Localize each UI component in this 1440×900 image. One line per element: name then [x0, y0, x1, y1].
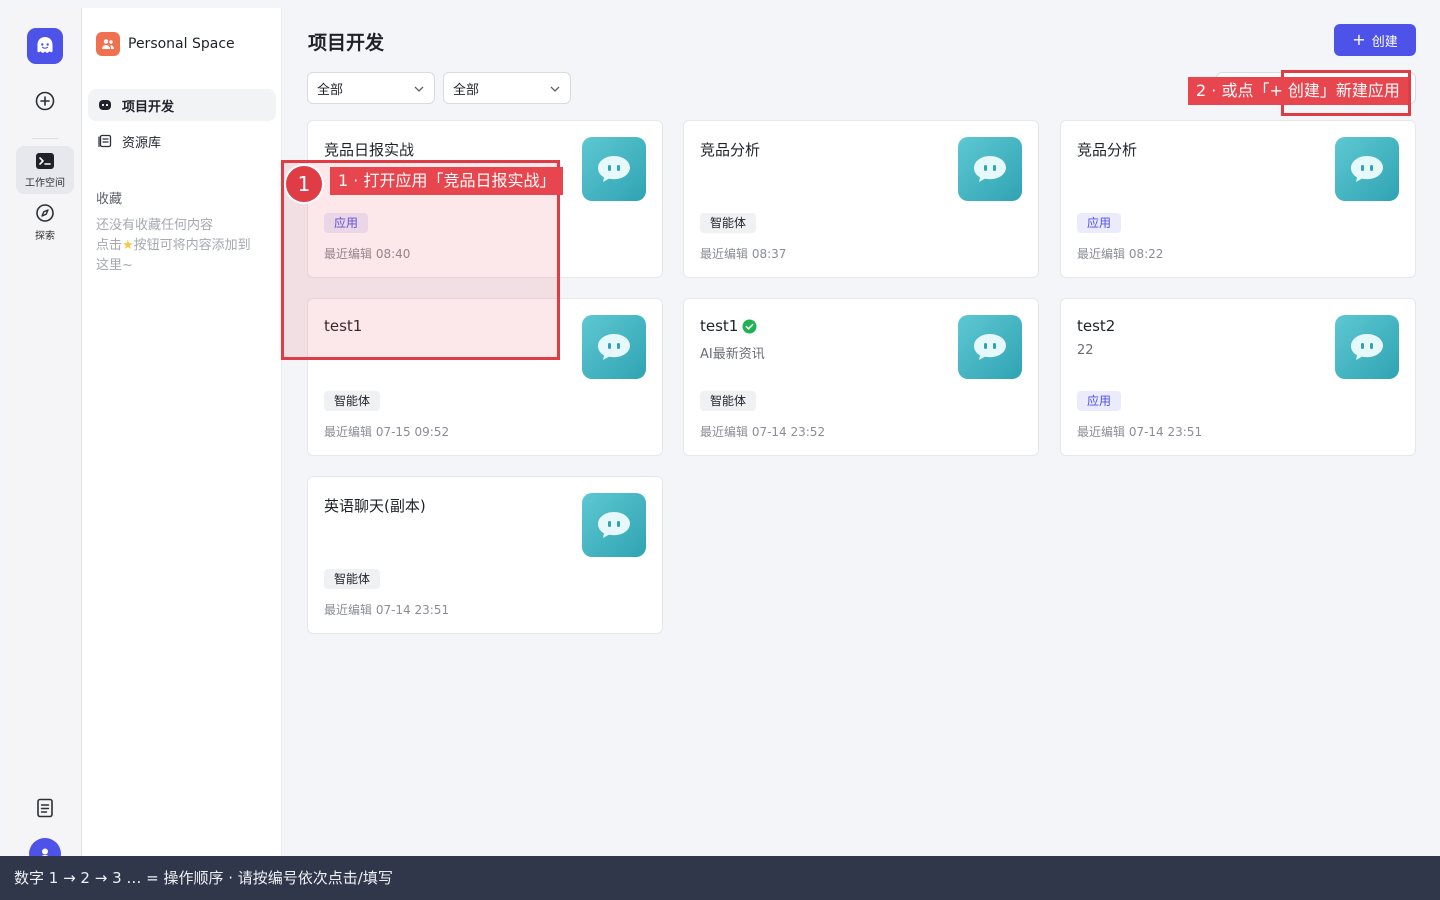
favorites-empty-line1: 还没有收藏任何内容: [96, 218, 214, 233]
space-switcher[interactable]: Personal Space: [96, 32, 235, 56]
sidebar-item-projects[interactable]: 项目开发: [88, 89, 276, 121]
project-edit-time: 最近编辑 07-15 09:52: [324, 425, 450, 439]
chat-bubble-icon: [598, 512, 630, 538]
step2-label: 2 · 或点「+ 创建」新建应用: [1188, 77, 1408, 105]
logo-icon: [37, 37, 53, 53]
library-icon: [98, 134, 112, 148]
project-edit-time: 最近编辑 07-14 23:51: [324, 603, 450, 617]
sidebar: Personal Space 项目开发 资源库 收藏 还没有收藏任何内容 点击★…: [82, 8, 282, 868]
project-desc: 22: [1077, 343, 1094, 358]
favorites-empty-line2: 点击★按钮可将内容添加到: [96, 238, 251, 253]
project-card[interactable]: test2 22 应用 最近编辑 07-14 23:51: [1060, 298, 1416, 456]
rail-label-explore: 探索: [35, 231, 55, 242]
project-avatar: [958, 137, 1022, 201]
compass-icon: [36, 204, 54, 222]
chevron-down-icon: [550, 81, 560, 96]
project-desc: AI最新资讯: [700, 347, 765, 362]
project-type-badge: 应用: [1077, 391, 1122, 411]
project-avatar: [1335, 315, 1399, 379]
main-content: 项目开发 + 创建 全部 全部 竞品日报实战 应用 最近编辑 08:40 竞品分…: [283, 0, 1440, 856]
instruction-bar: 数字 1 → 2 → 3 … = 操作顺序 · 请按编号依次点击/填写: [0, 856, 1440, 900]
project-card[interactable]: 英语聊天(副本) 智能体 最近编辑 07-14 23:51: [307, 476, 663, 634]
project-card[interactable]: 竞品分析 应用 最近编辑 08:22: [1060, 120, 1416, 278]
chat-bubble-icon: [1351, 334, 1383, 360]
project-avatar: [582, 315, 646, 379]
add-button[interactable]: [24, 90, 66, 112]
plus-icon: +: [1352, 30, 1366, 49]
sidebar-item-label: 项目开发: [122, 99, 175, 115]
project-type-badge: 智能体: [700, 391, 757, 411]
page-title: 项目开发: [308, 32, 385, 54]
create-button-label: 创建: [1371, 34, 1398, 50]
project-avatar: [582, 137, 646, 201]
project-name: test1: [700, 317, 757, 335]
project-avatar: [1335, 137, 1399, 201]
type-filter-select[interactable]: 全部: [307, 72, 435, 104]
rail-divider: [32, 138, 58, 139]
step1-label: 1 · 打开应用「竞品日报实战」: [330, 167, 564, 195]
chevron-down-icon: [414, 81, 424, 96]
project-avatar: [582, 493, 646, 557]
docs-button[interactable]: [24, 798, 66, 818]
team-icon: [96, 32, 120, 56]
project-type-badge: 智能体: [324, 569, 381, 589]
sidebar-item-label: 资源库: [122, 135, 162, 151]
favorites-empty-text: 还没有收藏任何内容 点击★按钮可将内容添加到 这里~: [96, 216, 274, 276]
left-rail: 工作空间 探索: [8, 8, 82, 870]
plus-circle-icon: [35, 91, 55, 111]
verified-icon: [742, 319, 757, 333]
project-name: 竞品日报实战: [324, 141, 415, 159]
project-name: 竞品分析: [1077, 141, 1138, 159]
owner-filter-value: 全部: [453, 82, 480, 98]
type-filter-value: 全部: [317, 82, 344, 98]
project-type-badge: 应用: [1077, 213, 1122, 233]
sidebar-item-library[interactable]: 资源库: [88, 125, 276, 157]
chat-bubble-icon: [598, 156, 630, 182]
star-icon: ★: [122, 238, 134, 253]
project-name: 英语聊天(副本): [324, 497, 426, 515]
space-name: Personal Space: [128, 36, 235, 52]
step1-number-badge: 1: [284, 164, 324, 204]
project-name: test2: [1077, 317, 1116, 335]
project-edit-time: 最近编辑 07-14 23:52: [700, 425, 826, 439]
rail-label-workspace: 工作空间: [25, 178, 65, 189]
project-edit-time: 最近编辑 07-14 23:51: [1077, 425, 1203, 439]
app-logo[interactable]: [27, 28, 63, 64]
create-button[interactable]: + 创建: [1334, 24, 1416, 56]
owner-filter-select[interactable]: 全部: [443, 72, 571, 104]
project-edit-time: 最近编辑 08:22: [1077, 247, 1164, 261]
document-icon: [37, 798, 53, 818]
rail-item-workspace[interactable]: 工作空间: [24, 152, 66, 189]
project-name: 竞品分析: [700, 141, 761, 159]
project-edit-time: 最近编辑 08:37: [700, 247, 787, 261]
project-card[interactable]: test1 AI最新资讯 智能体 最近编辑 07-14 23:52: [683, 298, 1039, 456]
terminal-icon: [36, 153, 54, 169]
bot-icon: [99, 100, 111, 110]
favorites-empty-line3: 这里~: [96, 258, 133, 273]
project-type-badge: 智能体: [700, 213, 757, 233]
favorites-title: 收藏: [96, 192, 123, 207]
chat-bubble-icon: [974, 156, 1006, 182]
rail-item-explore[interactable]: 探索: [24, 203, 66, 242]
chat-bubble-icon: [1351, 156, 1383, 182]
chat-bubble-icon: [598, 334, 630, 360]
project-avatar: [958, 315, 1022, 379]
chat-bubble-icon: [974, 334, 1006, 360]
project-card[interactable]: 竞品分析 智能体 最近编辑 08:37: [683, 120, 1039, 278]
project-type-badge: 智能体: [324, 391, 381, 411]
